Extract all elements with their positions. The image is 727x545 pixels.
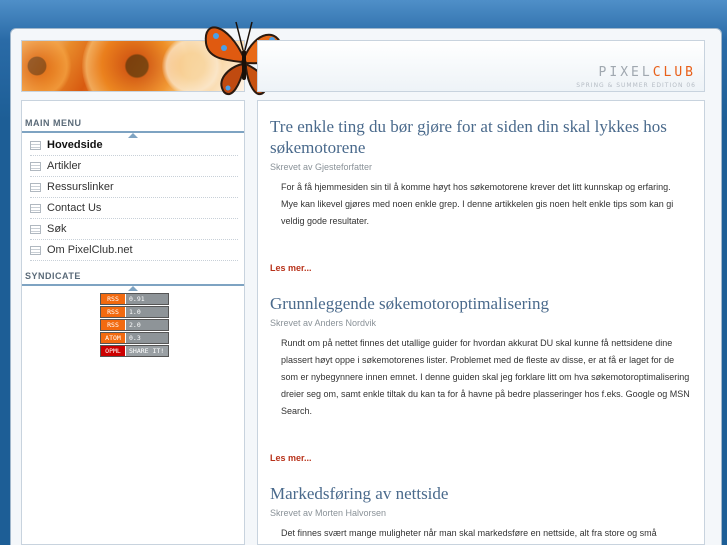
menu-item-contact-us[interactable]: Contact Us (30, 198, 238, 219)
article-3: Markedsføring av nettside Skrevet av Mor… (270, 483, 690, 542)
document-icon (30, 245, 41, 255)
site-tagline: SPRING & SUMMER EDITION 06 (576, 82, 696, 89)
syndicate-heading: SYNDICATE (22, 265, 244, 291)
read-more-link[interactable]: Les mer... (270, 263, 312, 273)
main-menu: Hovedside Artikler Ressurslinker Contact… (22, 133, 244, 261)
atom-03-badge[interactable]: ATOM 0.3 (100, 332, 169, 344)
article-body: For å få hjemmesiden sin til å komme høy… (281, 182, 674, 226)
read-more-link[interactable]: Les mer... (270, 453, 312, 463)
article-2: Grunnleggende søkemotoroptimalisering Sk… (270, 293, 690, 420)
main-content: Tre enkle ting du bør gjøre for at siden… (257, 100, 705, 545)
menu-item-sok[interactable]: Søk (30, 219, 238, 240)
header-logo-panel: PIXELCLUB SPRING & SUMMER EDITION 06 (257, 40, 705, 92)
rss-20-badge[interactable]: RSS 2.0 (100, 319, 169, 331)
feed-badges: RSS 0.91 RSS 1.0 RSS 2.0 ATOM 0.3 OPML SHARE … (22, 286, 244, 357)
menu-item-om-pixelclub[interactable]: Om PixelClub.net (30, 240, 238, 261)
document-icon (30, 203, 41, 213)
article-body: Rundt om på nettet finnes det utallige g… (281, 338, 690, 416)
document-icon (30, 161, 41, 171)
article-title[interactable]: Grunnleggende søkemotoroptimalisering (270, 293, 690, 314)
menu-item-hovedside[interactable]: Hovedside (30, 135, 238, 156)
rss-10-badge[interactable]: RSS 1.0 (100, 306, 169, 318)
sidebar: MAIN MENU Hovedside Artikler Ressurslink… (21, 100, 245, 545)
document-icon (30, 224, 41, 234)
article-title[interactable]: Tre enkle ting du bør gjøre for at siden… (270, 116, 690, 158)
article-body: Det finnes svært mange muligheter når ma… (281, 528, 657, 538)
document-icon (30, 182, 41, 192)
rss-091-badge[interactable]: RSS 0.91 (100, 293, 169, 305)
article-byline: Skrevet av Gjesteforfatter (270, 162, 373, 172)
article-byline: Skrevet av Anders Nordvik (270, 318, 377, 328)
article-title[interactable]: Markedsføring av nettside (270, 483, 690, 504)
document-icon (30, 140, 41, 150)
opml-share-badge[interactable]: OPML SHARE IT! (100, 345, 169, 357)
article-1: Tre enkle ting du bør gjøre for at siden… (270, 116, 690, 230)
menu-item-artikler[interactable]: Artikler (30, 156, 238, 177)
main-menu-heading: MAIN MENU (22, 101, 244, 138)
menu-item-ressurslinker[interactable]: Ressurslinker (30, 177, 238, 198)
article-byline: Skrevet av Morten Halvorsen (270, 508, 387, 518)
site-logo[interactable]: PIXELCLUB (599, 65, 696, 80)
